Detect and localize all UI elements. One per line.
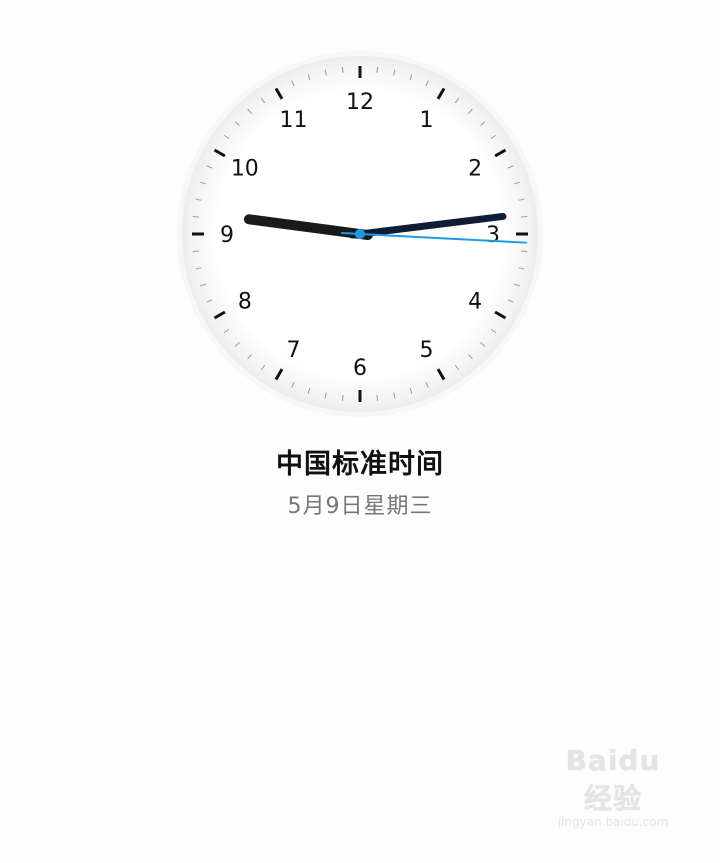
clock-numeral: 10 [231, 157, 259, 182]
clock-numeral: 6 [353, 356, 367, 381]
watermark-url: jingyan.baidu.com [557, 815, 669, 829]
minute-tick [192, 250, 199, 253]
minute-tick [376, 66, 379, 73]
clock-numeral: 1 [420, 108, 434, 133]
minute-tick [521, 215, 528, 218]
minute-tick [341, 395, 344, 402]
analog-clock: 12 1 2 3 4 5 6 7 8 9 10 11 [176, 50, 544, 418]
minute-tick [192, 215, 199, 218]
timezone-date: 5月9日星期三 [287, 494, 433, 519]
clock-numeral: 4 [468, 290, 482, 315]
clock-numeral: 5 [420, 338, 434, 363]
minute-tick [521, 250, 528, 253]
clock-numeral: 2 [468, 157, 482, 182]
clock-numeral: 3 [486, 223, 500, 248]
clock-numeral: 7 [287, 338, 301, 363]
world-clock-screen: 12 1 2 3 4 5 6 7 8 9 10 11 中国标准时间 5月9日星期三 Baidu 经验 … [0, 0, 720, 863]
minute-tick [376, 395, 379, 402]
timezone-name: 中国标准时间 [276, 449, 444, 480]
clock-face: 121234567891011 [177, 51, 543, 417]
watermark-logo: Baidu 经验 [565, 744, 661, 815]
clock-numeral: 9 [220, 223, 234, 248]
clock-numeral: 12 [346, 90, 374, 115]
clock-numeral: 11 [280, 108, 308, 133]
baidu-watermark: Baidu 经验 jingyan.baidu.com [548, 744, 678, 829]
minute-tick [341, 66, 344, 73]
clock-center-cap [355, 229, 365, 239]
clock-numeral: 8 [238, 290, 252, 315]
